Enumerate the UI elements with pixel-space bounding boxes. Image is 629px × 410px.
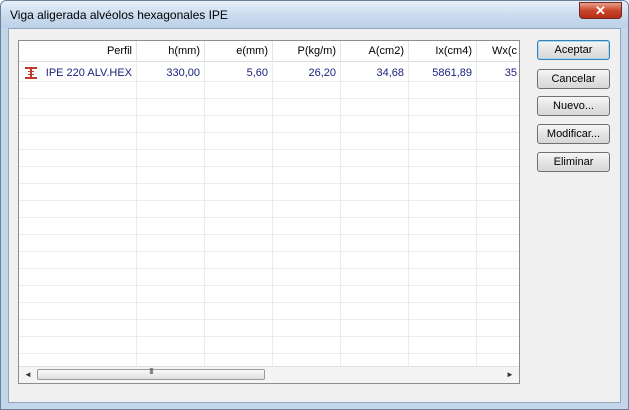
column-divider [408, 61, 409, 367]
row-divider [19, 98, 519, 99]
accept-button[interactable]: Aceptar [537, 40, 610, 60]
row-divider [19, 149, 519, 150]
close-button[interactable]: ✕ [579, 2, 622, 19]
column-header-a[interactable]: A(cm2) [341, 41, 409, 61]
row-divider [19, 200, 519, 201]
cell-p: 26,20 [273, 63, 341, 83]
row-divider [19, 217, 519, 218]
row-divider [19, 183, 519, 184]
cell-e: 5,60 [205, 63, 273, 83]
close-icon: ✕ [595, 3, 606, 18]
cell-ix: 5861,89 [409, 63, 477, 83]
scroll-right-arrow-icon[interactable]: ► [503, 368, 517, 382]
row-divider [19, 251, 519, 252]
horizontal-scrollbar[interactable]: ◄ III ► [19, 366, 519, 383]
column-header-perfil[interactable]: Perfil [19, 41, 137, 61]
i-beam-profile-icon [25, 67, 37, 79]
cell-wx: 35 [504, 67, 517, 79]
column-header-h[interactable]: h(mm) [137, 41, 205, 61]
row-divider [19, 115, 519, 116]
row-divider [19, 319, 519, 320]
column-divider [204, 61, 205, 367]
column-divider [136, 61, 137, 367]
column-header-p[interactable]: P(kg/m) [273, 41, 341, 61]
profile-table[interactable]: Perfil h(mm) e(mm) P(kg/m) A(cm2) Ix(cm4… [18, 40, 520, 384]
scrollbar-thumb[interactable]: III [37, 367, 265, 380]
delete-button[interactable]: Eliminar [537, 152, 610, 172]
modify-button[interactable]: Modificar... [537, 124, 610, 144]
column-divider [340, 61, 341, 367]
row-divider [19, 81, 519, 82]
new-button[interactable]: Nuevo... [537, 96, 610, 116]
column-divider [476, 61, 477, 367]
column-divider [272, 61, 273, 367]
cell-h: 330,00 [137, 63, 205, 83]
cell-a: 34,68 [341, 63, 409, 83]
title-bar[interactable]: Viga aligerada alvéolos hexagonales IPE … [1, 1, 628, 28]
column-header-e[interactable]: e(mm) [205, 41, 273, 61]
row-divider [19, 234, 519, 235]
window-title: Viga aligerada alvéolos hexagonales IPE [10, 8, 228, 22]
scroll-left-arrow-icon[interactable]: ◄ [21, 368, 35, 382]
table-header: Perfil h(mm) e(mm) P(kg/m) A(cm2) Ix(cm4… [19, 41, 519, 62]
row-divider [19, 166, 519, 167]
row-divider [19, 336, 519, 337]
scrollbar-grip-icon: III [149, 367, 154, 376]
row-divider [19, 285, 519, 286]
row-divider [19, 302, 519, 303]
cancel-button[interactable]: Cancelar [537, 69, 610, 89]
row-divider [19, 268, 519, 269]
row-divider [19, 132, 519, 133]
row-divider [19, 353, 519, 354]
cell-perfil: IPE 220 ALV.HEX [43, 63, 137, 83]
column-header-ix[interactable]: Ix(cm4) [409, 41, 477, 61]
column-header-wx[interactable]: Wx(c [477, 41, 519, 61]
